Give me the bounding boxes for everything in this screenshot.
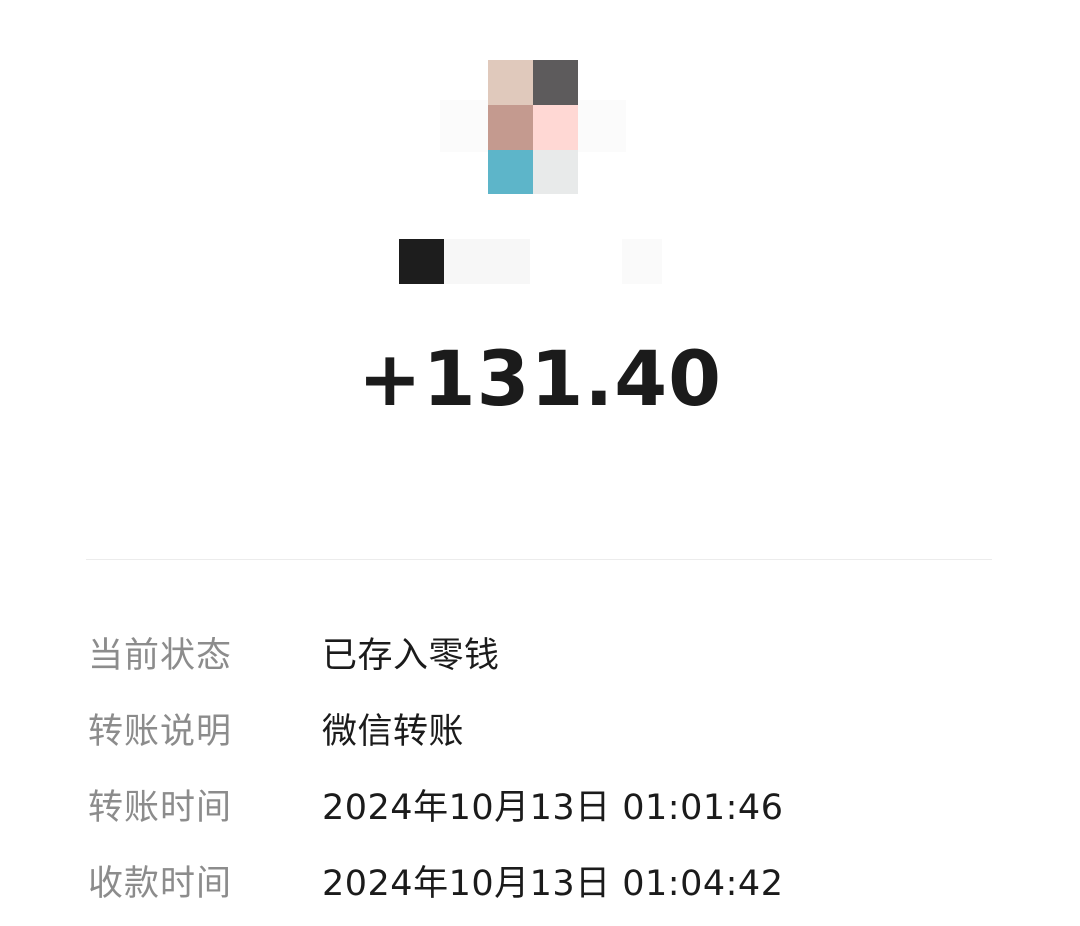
detail-value: 2024年10月13日 01:04:42 <box>322 864 784 904</box>
divider <box>86 559 992 560</box>
avatar-pixel <box>488 60 533 105</box>
detail-label: 转账说明 <box>88 712 233 752</box>
payer-name-pixel <box>399 239 444 284</box>
avatar-pixel <box>488 150 533 194</box>
avatar-pixel <box>533 150 578 194</box>
payer-name-redacted <box>399 239 669 284</box>
detail-value: 2024年10月13日 01:01:46 <box>322 788 784 828</box>
payer-name-pixel <box>530 239 622 284</box>
detail-row-note: 转账说明 微信转账 <box>88 698 988 774</box>
avatar-pixel <box>533 60 578 105</box>
transfer-details: 当前状态 已存入零钱 转账说明 微信转账 转账时间 2024年10月13日 01… <box>88 622 988 926</box>
detail-label: 转账时间 <box>88 788 233 828</box>
avatar-pixel <box>533 105 578 150</box>
detail-label: 收款时间 <box>88 864 233 904</box>
detail-row-transfer-time: 转账时间 2024年10月13日 01:01:46 <box>88 774 988 850</box>
transfer-amount: +131.40 <box>358 334 722 423</box>
detail-label: 当前状态 <box>88 636 233 676</box>
payer-name-pixel <box>444 239 530 284</box>
avatar[interactable] <box>488 60 578 194</box>
detail-row-status: 当前状态 已存入零钱 <box>88 622 988 698</box>
detail-value: 微信转账 <box>322 712 465 752</box>
avatar-pixel <box>488 105 533 150</box>
payer-name-pixel <box>622 239 662 284</box>
detail-value: 已存入零钱 <box>322 636 500 676</box>
detail-row-receive-time: 收款时间 2024年10月13日 01:04:42 <box>88 850 988 926</box>
